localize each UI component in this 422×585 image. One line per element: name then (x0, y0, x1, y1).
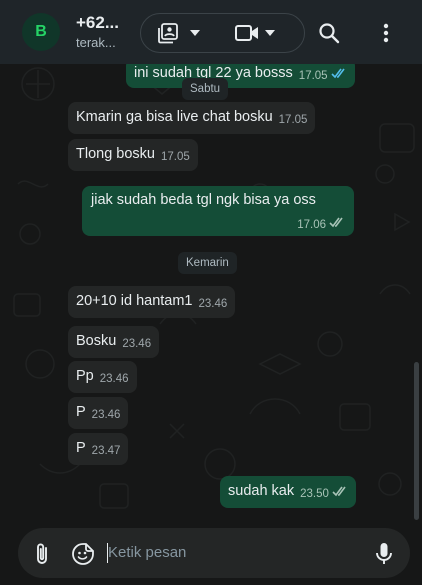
message-bubble-in[interactable]: P 23.46 (68, 397, 129, 429)
message-bubble-in[interactable]: Kmarin ga bisa live chat bosku 17.05 (68, 102, 316, 134)
message-time: 17.06 (297, 219, 326, 231)
sticker-icon[interactable] (70, 541, 96, 567)
message-bubble-out[interactable]: jiak sudah beda tgl ngk bisa ya oss 17.0… (82, 186, 354, 236)
message-text: P (76, 440, 86, 456)
message-time: 23.47 (91, 445, 121, 457)
message-time: 23.50 (300, 488, 329, 500)
message-time: 17.05 (161, 151, 190, 163)
message-bubble-in[interactable]: Tlong bosku 17.05 (68, 139, 198, 171)
paperclip-icon[interactable] (30, 541, 54, 567)
message-time: 23.46 (198, 298, 228, 310)
message-text: Pp (76, 368, 94, 384)
message-text: Bosku (76, 333, 117, 349)
message-text: jiak sudah beda tgl ngk bisa ya oss (91, 192, 316, 208)
message-bubble-out[interactable]: ini sudah tgl 22 ya bosss 17.05 (126, 64, 355, 88)
message-bubble-out[interactable]: sudah kak 23.50 (220, 476, 356, 508)
composer-bar: Ketik pesan (0, 522, 422, 585)
double-check-read-icon (331, 68, 345, 79)
scrollbar[interactable] (414, 362, 419, 520)
photo-library-icon[interactable] (155, 20, 181, 46)
chevron-down-icon[interactable] (263, 26, 277, 40)
date-chip: Kemarin (178, 252, 237, 274)
contact-name[interactable]: +62... (76, 13, 119, 33)
message-time: 23.46 (122, 338, 152, 350)
message-text: 20+10 id hantam1 (76, 293, 193, 309)
message-input[interactable]: Ketik pesan (108, 544, 186, 561)
message-text: P (76, 404, 86, 420)
message-text: Tlong bosku (76, 146, 155, 162)
message-time: 17.05 (278, 114, 308, 126)
double-check-icon (329, 217, 343, 228)
search-icon[interactable] (317, 21, 341, 45)
message-bubble-in[interactable]: P 23.47 (68, 433, 129, 465)
message-bubble-in[interactable]: Pp 23.46 (68, 361, 137, 393)
message-bubble-in[interactable]: Bosku 23.46 (68, 326, 160, 358)
contact-status: terak... (76, 35, 116, 50)
message-time: 23.46 (91, 409, 121, 421)
message-text: sudah kak (228, 483, 295, 499)
message-list[interactable]: ini sudah tgl 22 ya bosss 17.05 Sabtu Kma… (0, 64, 422, 522)
avatar[interactable]: B (22, 13, 60, 51)
message-time: 23.46 (99, 373, 129, 385)
chat-header: B +62... terak... (0, 0, 422, 64)
date-chip: Sabtu (182, 78, 229, 100)
video-camera-icon[interactable] (234, 20, 260, 46)
microphone-icon[interactable] (372, 541, 396, 567)
chevron-down-icon[interactable] (188, 26, 202, 40)
kebab-menu-icon[interactable] (376, 21, 396, 45)
double-check-icon (332, 486, 346, 497)
message-time: 17.05 (298, 70, 328, 82)
message-bubble-in[interactable]: 20+10 id hantam1 23.46 (68, 286, 236, 318)
message-text: Kmarin ga bisa live chat bosku (76, 109, 273, 125)
